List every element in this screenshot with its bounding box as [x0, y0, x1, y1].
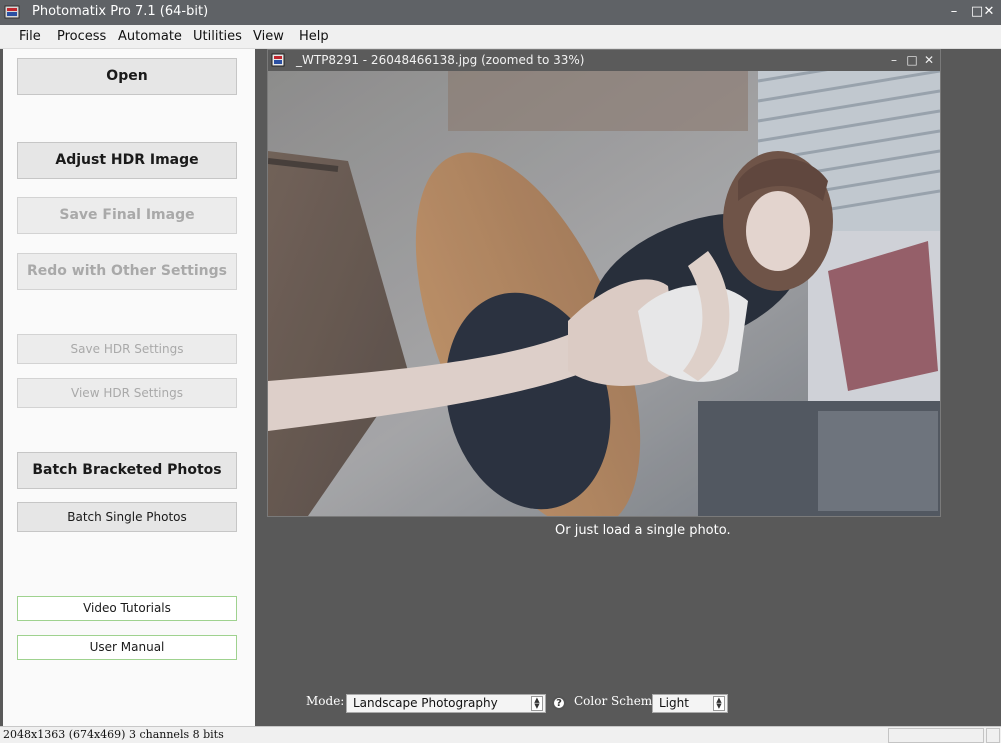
- image-file-icon: [271, 53, 285, 67]
- adjust-hdr-image-button[interactable]: Adjust HDR Image: [17, 142, 237, 179]
- image-window: _WTP8291 - 26048466138.jpg (zoomed to 33…: [267, 49, 941, 517]
- image-maximize-button[interactable]: □: [904, 51, 920, 69]
- workspace: _WTP8291 - 26048466138.jpg (zoomed to 33…: [255, 49, 1001, 726]
- load-single-photo-hint: Or just load a single photo.: [555, 523, 731, 538]
- mode-label: Mode:: [306, 694, 345, 708]
- menu-bar: File Process Automate Utilities View Hel…: [0, 25, 1001, 49]
- color-scheme-select[interactable]: Light ▲ ▼: [652, 694, 728, 713]
- photo-preview: [268, 71, 940, 516]
- app-icon: [4, 5, 20, 19]
- save-hdr-settings-button[interactable]: Save HDR Settings: [17, 334, 237, 364]
- mode-select-arrows-icon: ▲ ▼: [531, 696, 543, 711]
- photo-image: [268, 71, 940, 516]
- user-manual-button[interactable]: User Manual: [17, 635, 237, 660]
- image-minimize-button[interactable]: –: [886, 51, 902, 69]
- workflow-panel: Open Adjust HDR Image Save Final Image R…: [3, 49, 255, 726]
- title-bar: Photomatix Pro 7.1 (64-bit) – □ ✕: [0, 0, 1001, 25]
- open-button[interactable]: Open: [17, 58, 237, 95]
- menu-file[interactable]: File: [15, 28, 45, 45]
- menu-process[interactable]: Process: [53, 28, 110, 45]
- status-bar: 2048x1363 (674x469) 3 channels 8 bits: [0, 726, 1001, 743]
- mode-select[interactable]: Landscape Photography ▲ ▼: [346, 694, 546, 713]
- color-scheme-select-value: Light: [659, 696, 689, 710]
- video-tutorials-button[interactable]: Video Tutorials: [17, 596, 237, 621]
- mode-select-value: Landscape Photography: [353, 696, 498, 710]
- image-window-title: _WTP8291 - 26048466138.jpg (zoomed to 33…: [296, 53, 585, 67]
- batch-bracketed-photos-button[interactable]: Batch Bracketed Photos: [17, 452, 237, 489]
- status-pane: [888, 728, 984, 743]
- menu-view[interactable]: View: [249, 28, 288, 45]
- view-hdr-settings-button[interactable]: View HDR Settings: [17, 378, 237, 408]
- status-image-info: 2048x1363 (674x469) 3 channels 8 bits: [3, 728, 224, 741]
- minimize-button[interactable]: –: [943, 2, 965, 22]
- color-scheme-select-arrows-icon: ▲ ▼: [713, 696, 725, 711]
- status-grip: [986, 728, 1000, 743]
- help-icon[interactable]: ?: [552, 696, 566, 710]
- window-title: Photomatix Pro 7.1 (64-bit): [32, 4, 209, 19]
- menu-help[interactable]: Help: [295, 28, 333, 45]
- menu-automate[interactable]: Automate: [114, 28, 186, 45]
- redo-with-other-settings-button[interactable]: Redo with Other Settings: [17, 253, 237, 290]
- color-scheme-label: Color Scheme:: [574, 694, 664, 708]
- menu-utilities[interactable]: Utilities: [189, 28, 246, 45]
- batch-single-photos-button[interactable]: Batch Single Photos: [17, 502, 237, 532]
- save-final-image-button[interactable]: Save Final Image: [17, 197, 237, 234]
- close-button[interactable]: ✕: [978, 2, 1000, 22]
- image-window-titlebar[interactable]: _WTP8291 - 26048466138.jpg (zoomed to 33…: [268, 50, 940, 71]
- image-close-button[interactable]: ✕: [921, 51, 937, 69]
